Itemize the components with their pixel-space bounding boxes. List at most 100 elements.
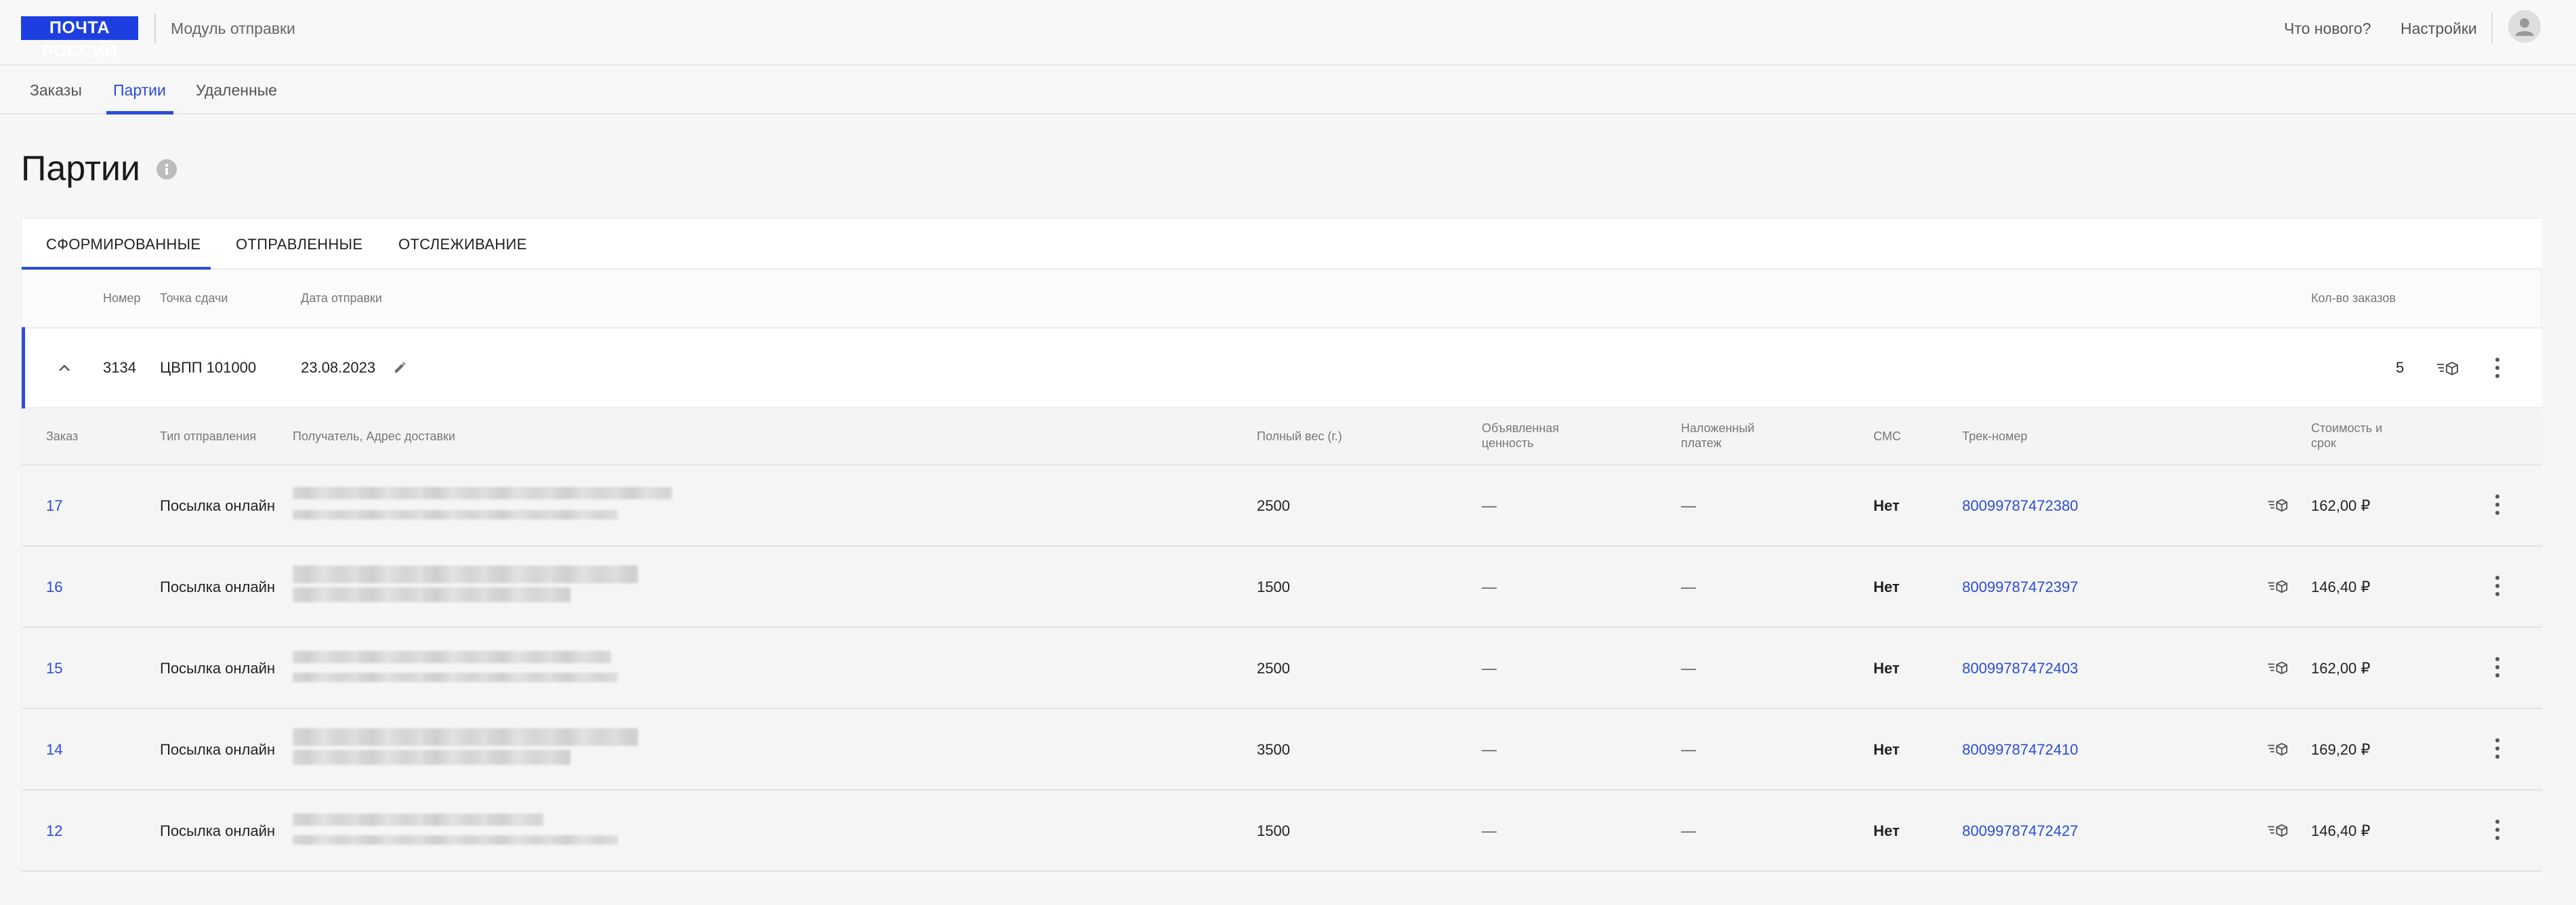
col-number: Номер <box>103 291 141 305</box>
active-tab-indicator <box>106 111 173 114</box>
row-more-icon[interactable] <box>2493 655 2501 682</box>
batch-number: 3134 <box>103 359 136 376</box>
order-cost: 162,00 ₽ <box>2311 660 2371 677</box>
col-cost-line2: срок <box>2311 436 2336 450</box>
redacted-address <box>293 835 618 845</box>
header-divider <box>154 14 156 43</box>
order-sms: Нет <box>1873 497 1900 514</box>
track-number-link[interactable]: 80099787472380 <box>1962 497 2078 515</box>
order-cod: — <box>1681 822 1696 839</box>
track-number-link[interactable]: 80099787472427 <box>1962 822 2078 841</box>
tab-batches[interactable]: Партии <box>113 66 166 114</box>
batch-row[interactable]: 3134 ЦВПП 101000 23.08.2023 5 <box>22 327 2542 408</box>
batch-order-count: 5 <box>2396 359 2405 376</box>
row-more-icon[interactable] <box>2493 574 2501 601</box>
order-id-link[interactable]: 14 <box>46 740 62 759</box>
col-declared: Объявленная ценность <box>1482 421 1559 450</box>
track-number-link[interactable]: 80099787472410 <box>1962 740 2078 759</box>
batch-point: ЦВПП 101000 <box>160 359 257 376</box>
pochta-logo[interactable]: ПОЧТА РОССИИ <box>21 16 138 61</box>
order-cost: 146,40 ₽ <box>2311 578 2371 595</box>
col-recipient: Получатель, Адрес доставки <box>293 429 455 443</box>
order-id-link[interactable]: 15 <box>46 659 62 678</box>
order-id-link[interactable]: 16 <box>46 578 62 597</box>
package-list-icon[interactable] <box>2436 359 2463 378</box>
col-cost: Стоимость и срок <box>2311 421 2382 450</box>
order-sms: Нет <box>1873 741 1900 758</box>
batches-card: СФОРМИРОВАННЫЕ ОТПРАВЛЕННЫЕ ОТСЛЕЖИВАНИЕ… <box>21 218 2542 872</box>
main-nav: Заказы Партии Удаленные <box>0 66 2576 114</box>
tab-tracking[interactable]: ОТСЛЕЖИВАНИЕ <box>398 219 527 270</box>
order-cost: 162,00 ₽ <box>2311 497 2371 514</box>
order-cost: 146,40 ₽ <box>2311 822 2371 839</box>
package-list-icon[interactable] <box>2266 659 2292 677</box>
page-title: Партии <box>21 149 140 188</box>
tab-sent[interactable]: ОТПРАВЛЕННЫЕ <box>236 219 362 270</box>
batch-more-icon[interactable] <box>2493 356 2501 383</box>
order-type: Посылка онлайн <box>160 741 276 758</box>
order-type: Посылка онлайн <box>160 822 276 839</box>
order-weight: 1500 <box>1257 578 1290 595</box>
edit-icon[interactable] <box>393 361 407 375</box>
tab-formed[interactable]: СФОРМИРОВАННЫЕ <box>46 219 201 270</box>
order-type: Посылка онлайн <box>160 497 276 514</box>
chevron-up-icon[interactable] <box>57 361 72 376</box>
batch-status-tabs: СФОРМИРОВАННЫЕ ОТПРАВЛЕННЫЕ ОТСЛЕЖИВАНИЕ <box>22 219 2542 270</box>
batch-date: 23.08.2023 <box>301 359 376 376</box>
order-weight: 1500 <box>1257 822 1290 839</box>
col-declared-line1: Объявленная <box>1482 421 1560 435</box>
order-cod: — <box>1681 660 1696 677</box>
redacted-recipient <box>293 566 638 583</box>
order-id-link[interactable]: 12 <box>46 822 62 841</box>
table-row[interactable]: 12 Посылка онлайн 1500 — — Нет 800997874… <box>22 791 2542 872</box>
order-sms: Нет <box>1873 822 1900 839</box>
table-row[interactable]: 14 Посылка онлайн 3500 — — Нет 800997874… <box>22 709 2542 791</box>
order-id-link[interactable]: 17 <box>46 497 62 515</box>
whats-new-link[interactable]: Что нового? <box>2284 18 2371 39</box>
info-icon[interactable] <box>156 159 178 180</box>
order-declared: — <box>1482 497 1497 514</box>
redacted-address <box>293 510 618 520</box>
col-order: Заказ <box>46 429 79 443</box>
package-list-icon[interactable] <box>2266 578 2292 595</box>
tab-deleted[interactable]: Удаленные <box>196 66 277 114</box>
active-subtab-indicator <box>22 267 211 270</box>
app-header: ПОЧТА РОССИИ Модуль отправки Что нового?… <box>0 0 2576 66</box>
package-list-icon[interactable] <box>2266 822 2292 839</box>
col-type: Тип отправления <box>160 429 257 443</box>
table-row[interactable]: 15 Посылка онлайн 2500 — — Нет 800997874… <box>22 628 2542 709</box>
package-list-icon[interactable] <box>2266 740 2292 758</box>
row-more-icon[interactable] <box>2493 492 2501 520</box>
track-number-link[interactable]: 80099787472397 <box>1962 578 2078 597</box>
table-row[interactable]: 17 Посылка онлайн 2500 — — Нет 800997874… <box>22 465 2542 547</box>
order-sms: Нет <box>1873 660 1900 677</box>
order-type: Посылка онлайн <box>160 578 276 595</box>
tab-orders[interactable]: Заказы <box>30 66 82 114</box>
table-row[interactable]: 16 Посылка онлайн 1500 — — Нет 800997874… <box>22 547 2542 628</box>
redacted-address <box>293 587 570 602</box>
order-cod: — <box>1681 497 1696 514</box>
track-number-link[interactable]: 80099787472403 <box>1962 659 2078 678</box>
avatar[interactable] <box>2508 10 2541 43</box>
col-cod-line1: Наложенный <box>1681 421 1755 435</box>
order-cost: 169,20 ₽ <box>2311 741 2371 758</box>
order-weight: 2500 <box>1257 497 1290 514</box>
col-date: Дата отправки <box>301 291 382 305</box>
order-type: Посылка онлайн <box>160 660 276 677</box>
order-weight: 2500 <box>1257 660 1290 677</box>
order-weight: 3500 <box>1257 741 1290 758</box>
row-more-icon[interactable] <box>2493 818 2501 845</box>
user-icon <box>2516 18 2533 36</box>
redacted-recipient <box>293 814 543 826</box>
redacted-address <box>293 673 618 682</box>
order-declared: — <box>1482 578 1497 595</box>
package-list-icon[interactable] <box>2266 497 2292 514</box>
col-declared-line2: ценность <box>1482 436 1534 450</box>
redacted-recipient <box>293 487 672 499</box>
col-track: Трек-номер <box>1962 429 2028 443</box>
col-cod: Наложенный платеж <box>1681 421 1754 450</box>
settings-link[interactable]: Настройки <box>2401 18 2477 39</box>
row-more-icon[interactable] <box>2493 736 2501 763</box>
col-cod-line2: платеж <box>1681 436 1722 450</box>
order-cod: — <box>1681 741 1696 758</box>
